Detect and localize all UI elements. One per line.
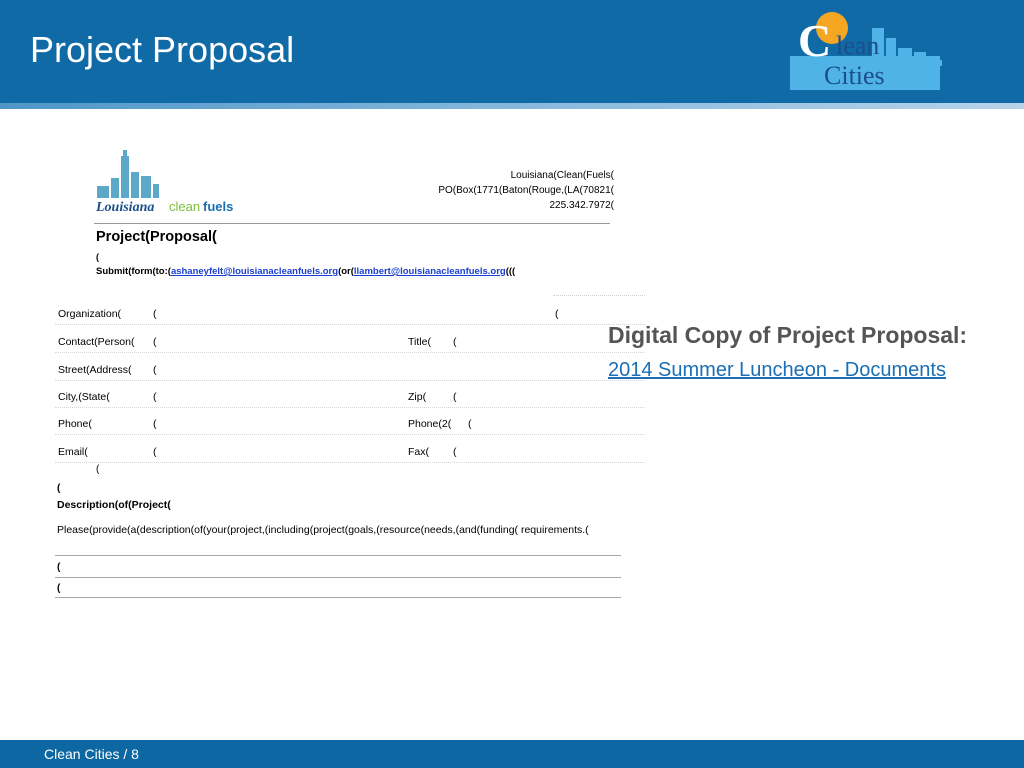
logo-text-fuels: fuels <box>203 199 233 214</box>
form-row-street: Street(Address( ( <box>55 352 645 381</box>
field-value[interactable]: ( <box>453 336 457 348</box>
form-row-contact: Contact(Person( ( Title( ( <box>55 324 645 353</box>
description-rule <box>55 555 621 556</box>
field-value[interactable]: ( <box>153 446 157 458</box>
field-value[interactable]: ( <box>153 418 157 430</box>
field-value[interactable]: ( <box>153 336 157 348</box>
submit-prefix: Submit(form(to:( <box>96 266 171 277</box>
logo-text-clean: clean <box>169 199 200 214</box>
header-gradient-rule <box>0 103 1024 109</box>
svg-text:C: C <box>798 15 831 66</box>
field-label: Street(Address( <box>58 364 132 376</box>
field-label: Organization( <box>58 308 122 320</box>
field-value[interactable]: ( <box>153 364 157 376</box>
form-row-organization: Organization( ( ( <box>55 296 645 325</box>
footer-bar: Clean Cities / 8 <box>0 740 1024 768</box>
footer-text: Clean Cities / 8 <box>44 746 139 762</box>
email-link-1[interactable]: ashaneyfelt@louisianacleanfuels.org <box>171 266 338 277</box>
field-label: Contact(Person( <box>58 336 135 348</box>
louisiana-clean-fuels-logo: Louisiana clean fuels <box>95 150 233 215</box>
logo-word-cities: Cities <box>824 61 885 90</box>
field-label: Phone( <box>58 418 92 430</box>
document-title: Project(Proposal( <box>96 229 217 245</box>
address-line: Louisiana(Clean(Fuels( <box>510 170 614 181</box>
page-title: Project Proposal <box>30 29 295 70</box>
clean-cities-logo: C lean Cities <box>790 12 942 90</box>
document-divider <box>94 223 610 224</box>
field-value[interactable]: ( <box>453 391 457 403</box>
form-row-email: Email( ( Fax( ( <box>55 434 645 463</box>
field-label: Phone(2( <box>408 418 452 430</box>
form-row-phone: Phone( ( Phone(2( ( <box>55 406 645 435</box>
field-label: Zip( <box>408 391 427 403</box>
description-input-line[interactable]: ( <box>57 562 60 573</box>
submit-instructions: Submit(form(to:(ashaneyfelt@louisianacle… <box>96 266 515 277</box>
submit-or: (or( <box>338 266 354 277</box>
description-rule <box>55 597 621 598</box>
address-line: PO(Box(1771(Baton(Rouge,(LA(70821( <box>438 185 614 196</box>
field-value[interactable]: ( <box>453 446 457 458</box>
field-value[interactable]: ( <box>555 308 559 320</box>
field-label: Fax( <box>408 446 429 458</box>
field-label: City,(State( <box>58 391 110 403</box>
form-row-city: City,(State( ( Zip( ( <box>55 379 645 408</box>
field-label: Email( <box>58 446 88 458</box>
description-instructions: Please(provide(a(description(of(your(pro… <box>57 524 589 536</box>
description-heading: Description(of(Project( <box>57 499 171 511</box>
organization-address: Louisiana(Clean(Fuels( PO(Box(1771(Baton… <box>400 168 614 213</box>
spacer-text: ( <box>57 483 61 494</box>
digital-copy-heading: Digital Copy of Project Proposal: <box>608 322 968 348</box>
field-value[interactable]: ( <box>153 308 157 320</box>
submit-suffix: ((( <box>505 266 516 277</box>
field-value[interactable]: ( <box>153 391 157 403</box>
field-label: Title( <box>408 336 431 348</box>
logo-word-lean: lean <box>836 31 879 60</box>
field-value[interactable]: ( <box>468 418 472 430</box>
logo-text-louisiana: Louisiana <box>95 200 154 215</box>
document-spacer-text: ( <box>96 252 99 262</box>
email-link-2[interactable]: llambert@louisianacleanfuels.org <box>354 266 506 277</box>
address-line: 225.342.7972( <box>549 200 614 211</box>
spacer-text: ( <box>96 464 100 475</box>
documents-link[interactable]: 2014 Summer Luncheon - Documents <box>608 359 946 382</box>
description-rule <box>55 577 621 578</box>
description-input-line[interactable]: ( <box>57 583 60 594</box>
